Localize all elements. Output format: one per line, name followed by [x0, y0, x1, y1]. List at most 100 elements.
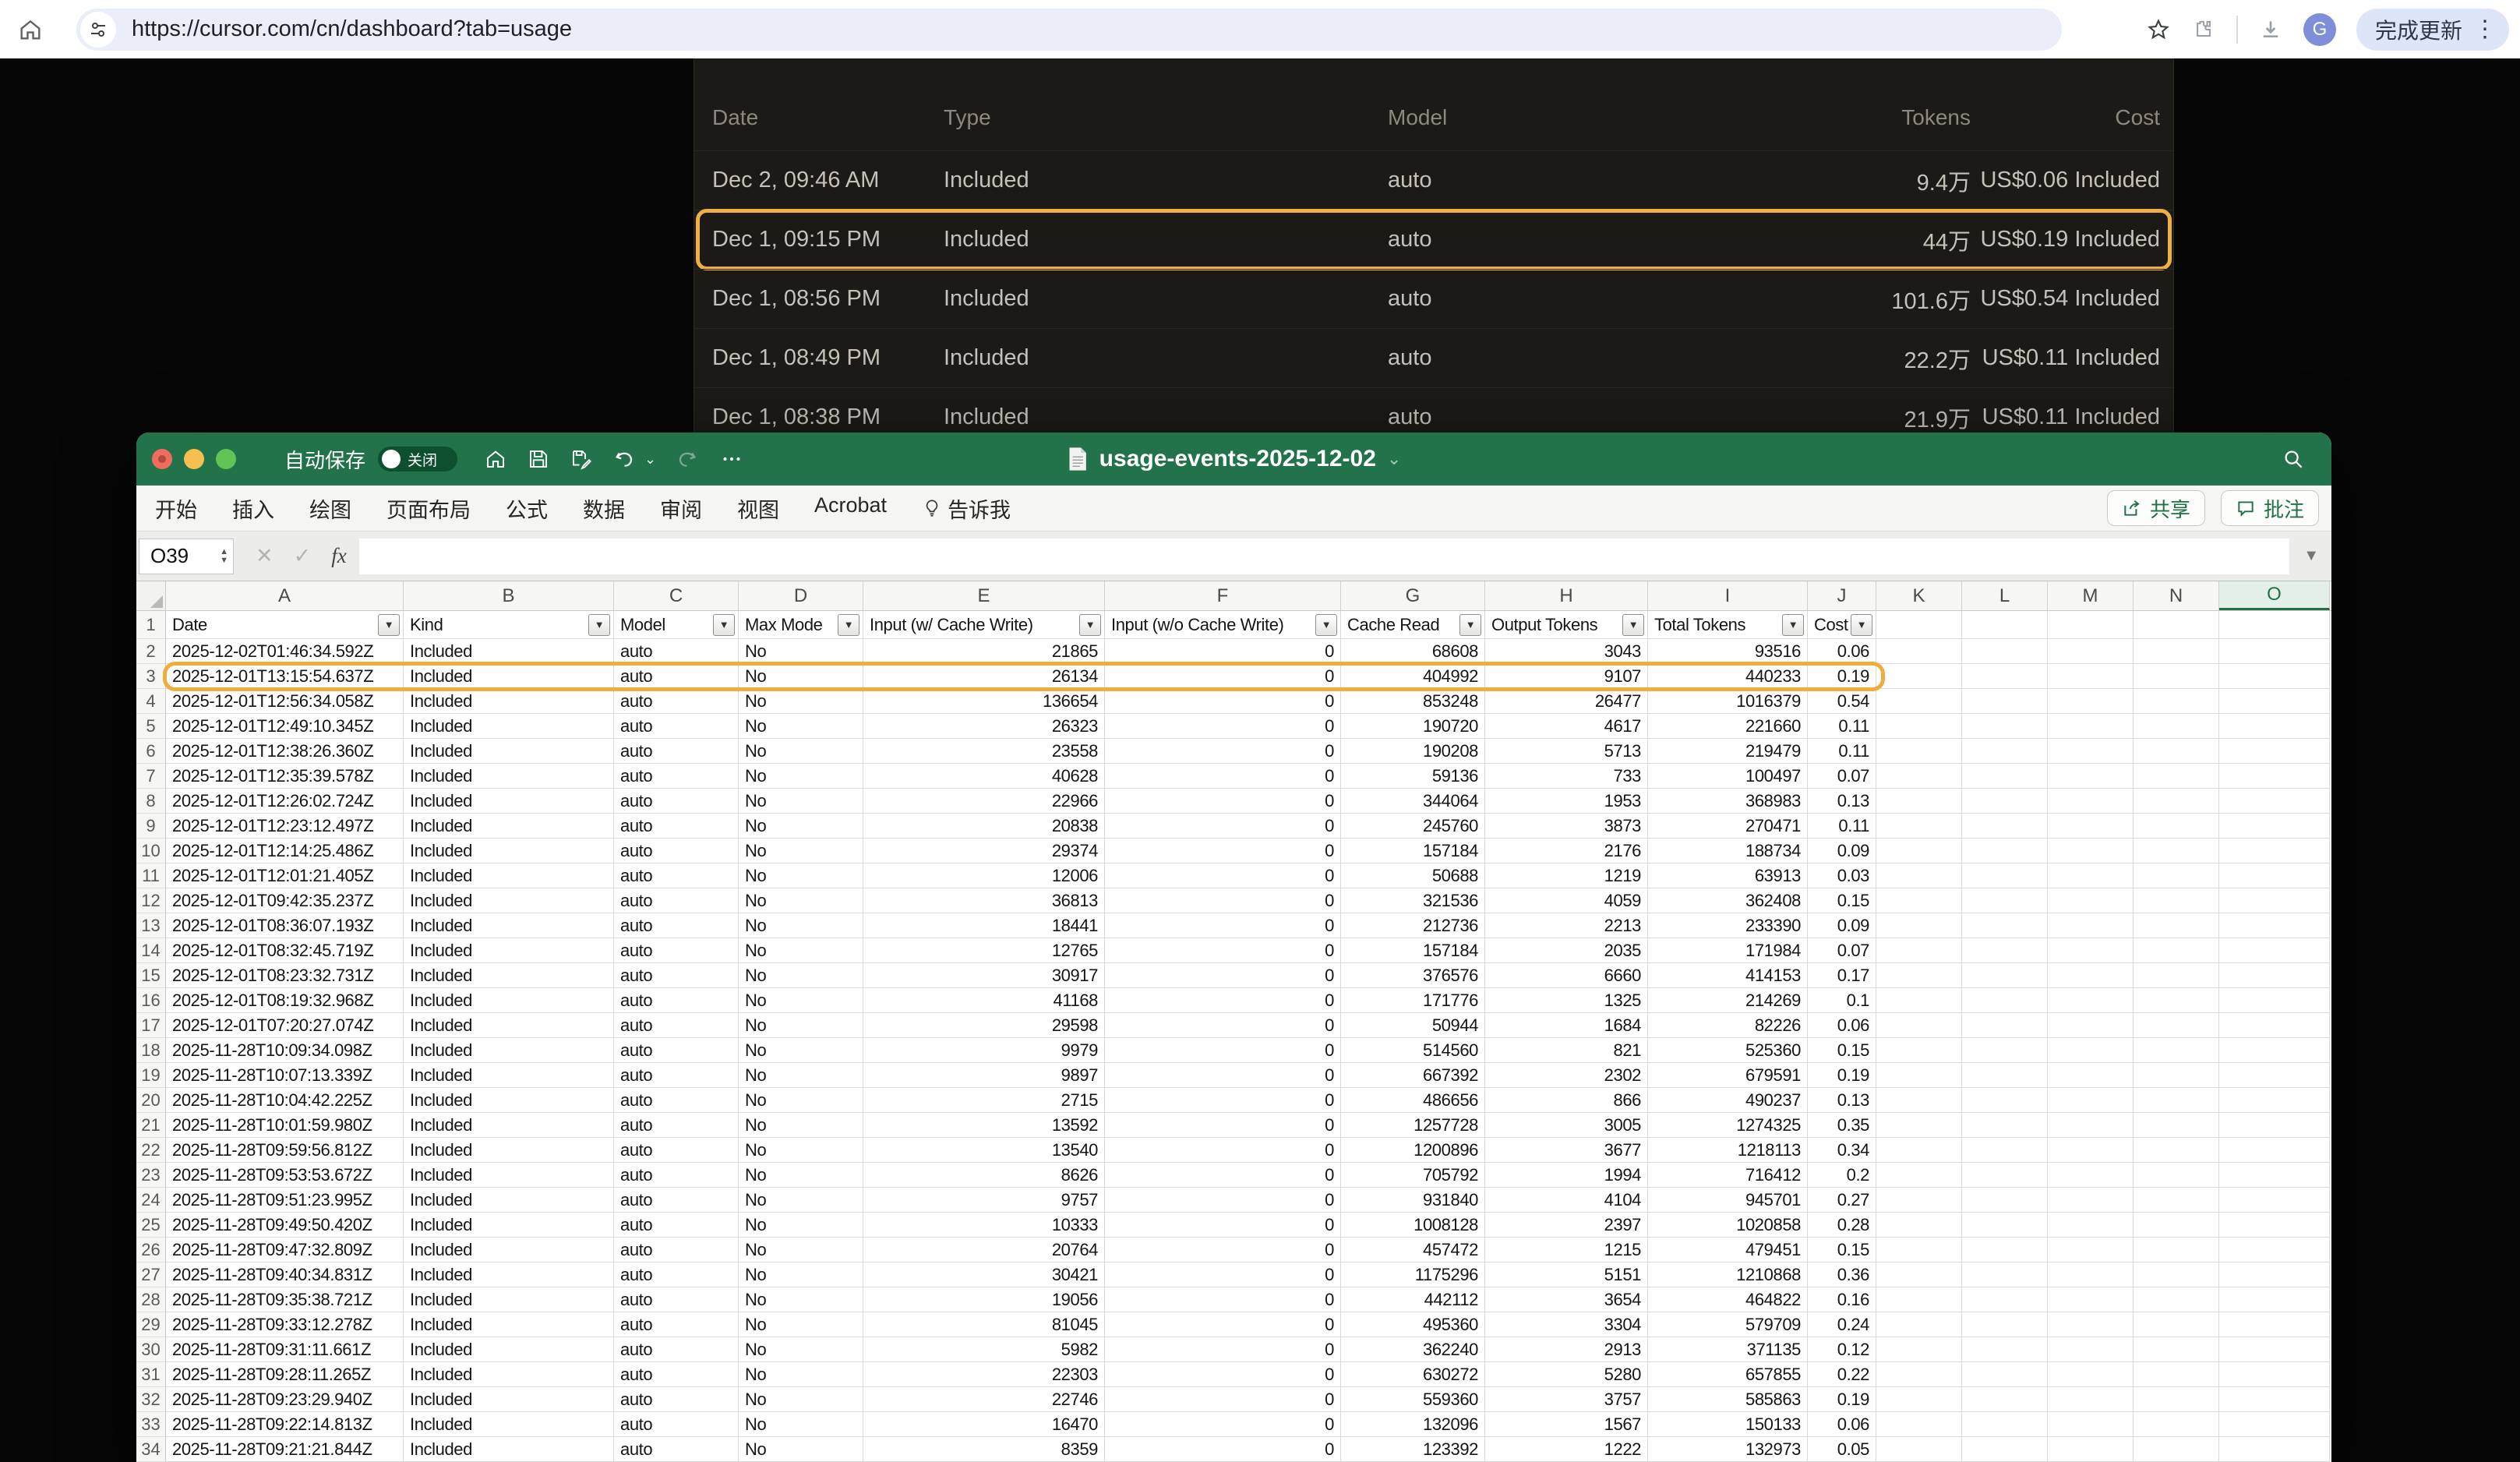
sheet-cell[interactable]: 0.11	[1808, 814, 1876, 839]
sheet-cell[interactable]: 13592	[863, 1113, 1105, 1138]
sheet-cell[interactable]: 1200896	[1341, 1138, 1485, 1163]
sheet-cell[interactable]: 30421	[863, 1262, 1105, 1287]
sheet-cell[interactable]	[2219, 1138, 2330, 1163]
sheet-cell[interactable]: auto	[614, 888, 739, 913]
sheet-cell[interactable]	[2048, 1213, 2134, 1238]
sheet-cell[interactable]: 0	[1105, 1238, 1341, 1262]
sheet-cell[interactable]: 464822	[1648, 1287, 1808, 1312]
sheet-cell[interactable]: 0	[1105, 1287, 1341, 1312]
sheet-cell[interactable]: Included	[404, 1213, 614, 1238]
sheet-cell[interactable]: 2035	[1485, 938, 1648, 963]
sheet-cell[interactable]: No	[739, 888, 863, 913]
row-number[interactable]: 6	[136, 739, 166, 764]
sheet-cell[interactable]: 2025-11-28T09:49:50.420Z	[166, 1213, 404, 1238]
sheet-cell[interactable]	[1876, 988, 1962, 1013]
sheet-cell[interactable]: No	[739, 739, 863, 764]
empty-cell[interactable]	[2134, 611, 2219, 639]
sheet-cell[interactable]: 0.19	[1808, 1387, 1876, 1412]
sheet-cell[interactable]	[2048, 963, 2134, 988]
sheet-cell[interactable]	[1876, 913, 1962, 938]
sheet-cell[interactable]: Included	[404, 1113, 614, 1138]
sheet-cell[interactable]: No	[739, 789, 863, 814]
sheet-cell[interactable]: auto	[614, 863, 739, 888]
sheet-cell[interactable]	[2134, 664, 2219, 689]
sheet-cell[interactable]: 0	[1105, 913, 1341, 938]
sheet-cell[interactable]: auto	[614, 913, 739, 938]
sheet-cell[interactable]	[1876, 689, 1962, 714]
filename-dropdown-icon[interactable]: ⌄	[1387, 449, 1401, 469]
sheet-cell[interactable]: 490237	[1648, 1088, 1808, 1113]
sheet-cell[interactable]: 0.11	[1808, 739, 1876, 764]
sheet-cell[interactable]	[2134, 1412, 2219, 1437]
sheet-cell[interactable]	[2219, 814, 2330, 839]
sheet-cell[interactable]: auto	[614, 639, 739, 664]
address-bar[interactable]: https://cursor.com/cn/dashboard?tab=usag…	[76, 9, 2062, 51]
sheet-cell[interactable]: auto	[614, 1113, 739, 1138]
sheet-cell[interactable]	[2048, 1387, 2134, 1412]
sheet-cell[interactable]	[2134, 1063, 2219, 1088]
sheet-cell[interactable]: auto	[614, 988, 739, 1013]
header-cell[interactable]: Date▼	[166, 611, 404, 639]
sheet-cell[interactable]	[2219, 963, 2330, 988]
ribbon-tab[interactable]: 开始	[155, 493, 197, 524]
sheet-cell[interactable]: auto	[614, 1138, 739, 1163]
sheet-cell[interactable]: Included	[404, 1138, 614, 1163]
sheet-cell[interactable]: 0	[1105, 1038, 1341, 1063]
sheet-cell[interactable]: 0	[1105, 1188, 1341, 1213]
sheet-cell[interactable]: auto	[614, 1063, 739, 1088]
sheet-cell[interactable]: auto	[614, 1088, 739, 1113]
sheet-cell[interactable]	[2134, 1213, 2219, 1238]
sheet-cell[interactable]: 188734	[1648, 839, 1808, 863]
sheet-cell[interactable]	[2048, 1113, 2134, 1138]
sheet-cell[interactable]: 2025-12-01T12:35:39.578Z	[166, 764, 404, 789]
sheet-cell[interactable]: 40628	[863, 764, 1105, 789]
sheet-cell[interactable]: No	[739, 863, 863, 888]
sheet-cell[interactable]	[2134, 1113, 2219, 1138]
sheet-cell[interactable]: 442112	[1341, 1287, 1485, 1312]
sheet-cell[interactable]	[1962, 639, 2048, 664]
row-number[interactable]: 33	[136, 1412, 166, 1437]
sheet-cell[interactable]	[2048, 1238, 2134, 1262]
sheet-cell[interactable]: 853248	[1341, 689, 1485, 714]
sheet-cell[interactable]: auto	[614, 1038, 739, 1063]
sheet-cell[interactable]: 2025-11-28T09:51:23.995Z	[166, 1188, 404, 1213]
sheet-cell[interactable]	[2219, 764, 2330, 789]
row-number[interactable]: 15	[136, 963, 166, 988]
sheet-cell[interactable]	[2134, 1013, 2219, 1038]
sheet-cell[interactable]: 2025-12-01T12:38:26.360Z	[166, 739, 404, 764]
filter-button[interactable]: ▼	[713, 614, 735, 636]
sheet-cell[interactable]	[1962, 1013, 2048, 1038]
sheet-cell[interactable]: 2025-11-28T10:07:13.339Z	[166, 1063, 404, 1088]
sheet-cell[interactable]: 0	[1105, 1063, 1341, 1088]
sheet-cell[interactable]: auto	[614, 1188, 739, 1213]
header-cell[interactable]: Output Tokens▼	[1485, 611, 1648, 639]
sheet-cell[interactable]: auto	[614, 1412, 739, 1437]
redo-icon[interactable]	[676, 447, 699, 471]
sheet-cell[interactable]: 0.05	[1808, 1437, 1876, 1462]
sheet-cell[interactable]: 150133	[1648, 1412, 1808, 1437]
filter-button[interactable]: ▼	[1459, 614, 1481, 636]
sheet-cell[interactable]: 26323	[863, 714, 1105, 739]
sheet-cell[interactable]	[2219, 1038, 2330, 1063]
sheet-cell[interactable]	[1962, 1038, 2048, 1063]
sheet-cell[interactable]: auto	[614, 689, 739, 714]
sheet-cell[interactable]: 9757	[863, 1188, 1105, 1213]
sheet-cell[interactable]: 9107	[1485, 664, 1648, 689]
sheet-cell[interactable]: 514560	[1341, 1038, 1485, 1063]
row-number[interactable]: 8	[136, 789, 166, 814]
row-number[interactable]: 34	[136, 1437, 166, 1462]
sheet-cell[interactable]: 0	[1105, 938, 1341, 963]
row-number[interactable]: 16	[136, 988, 166, 1013]
sheet-cell[interactable]: 2025-12-01T13:15:54.637Z	[166, 664, 404, 689]
header-cell[interactable]: Cache Read▼	[1341, 611, 1485, 639]
sheet-cell[interactable]: 0	[1105, 1387, 1341, 1412]
sheet-cell[interactable]	[1876, 1163, 1962, 1188]
row-number[interactable]: 5	[136, 714, 166, 739]
sheet-cell[interactable]: 132973	[1648, 1437, 1808, 1462]
sheet-cell[interactable]: No	[739, 1163, 863, 1188]
filter-button[interactable]: ▼	[588, 614, 610, 636]
sheet-cell[interactable]	[1876, 1362, 1962, 1387]
sheet-cell[interactable]	[1876, 863, 1962, 888]
header-cell[interactable]: Kind▼	[404, 611, 614, 639]
sheet-cell[interactable]: 0	[1105, 1113, 1341, 1138]
